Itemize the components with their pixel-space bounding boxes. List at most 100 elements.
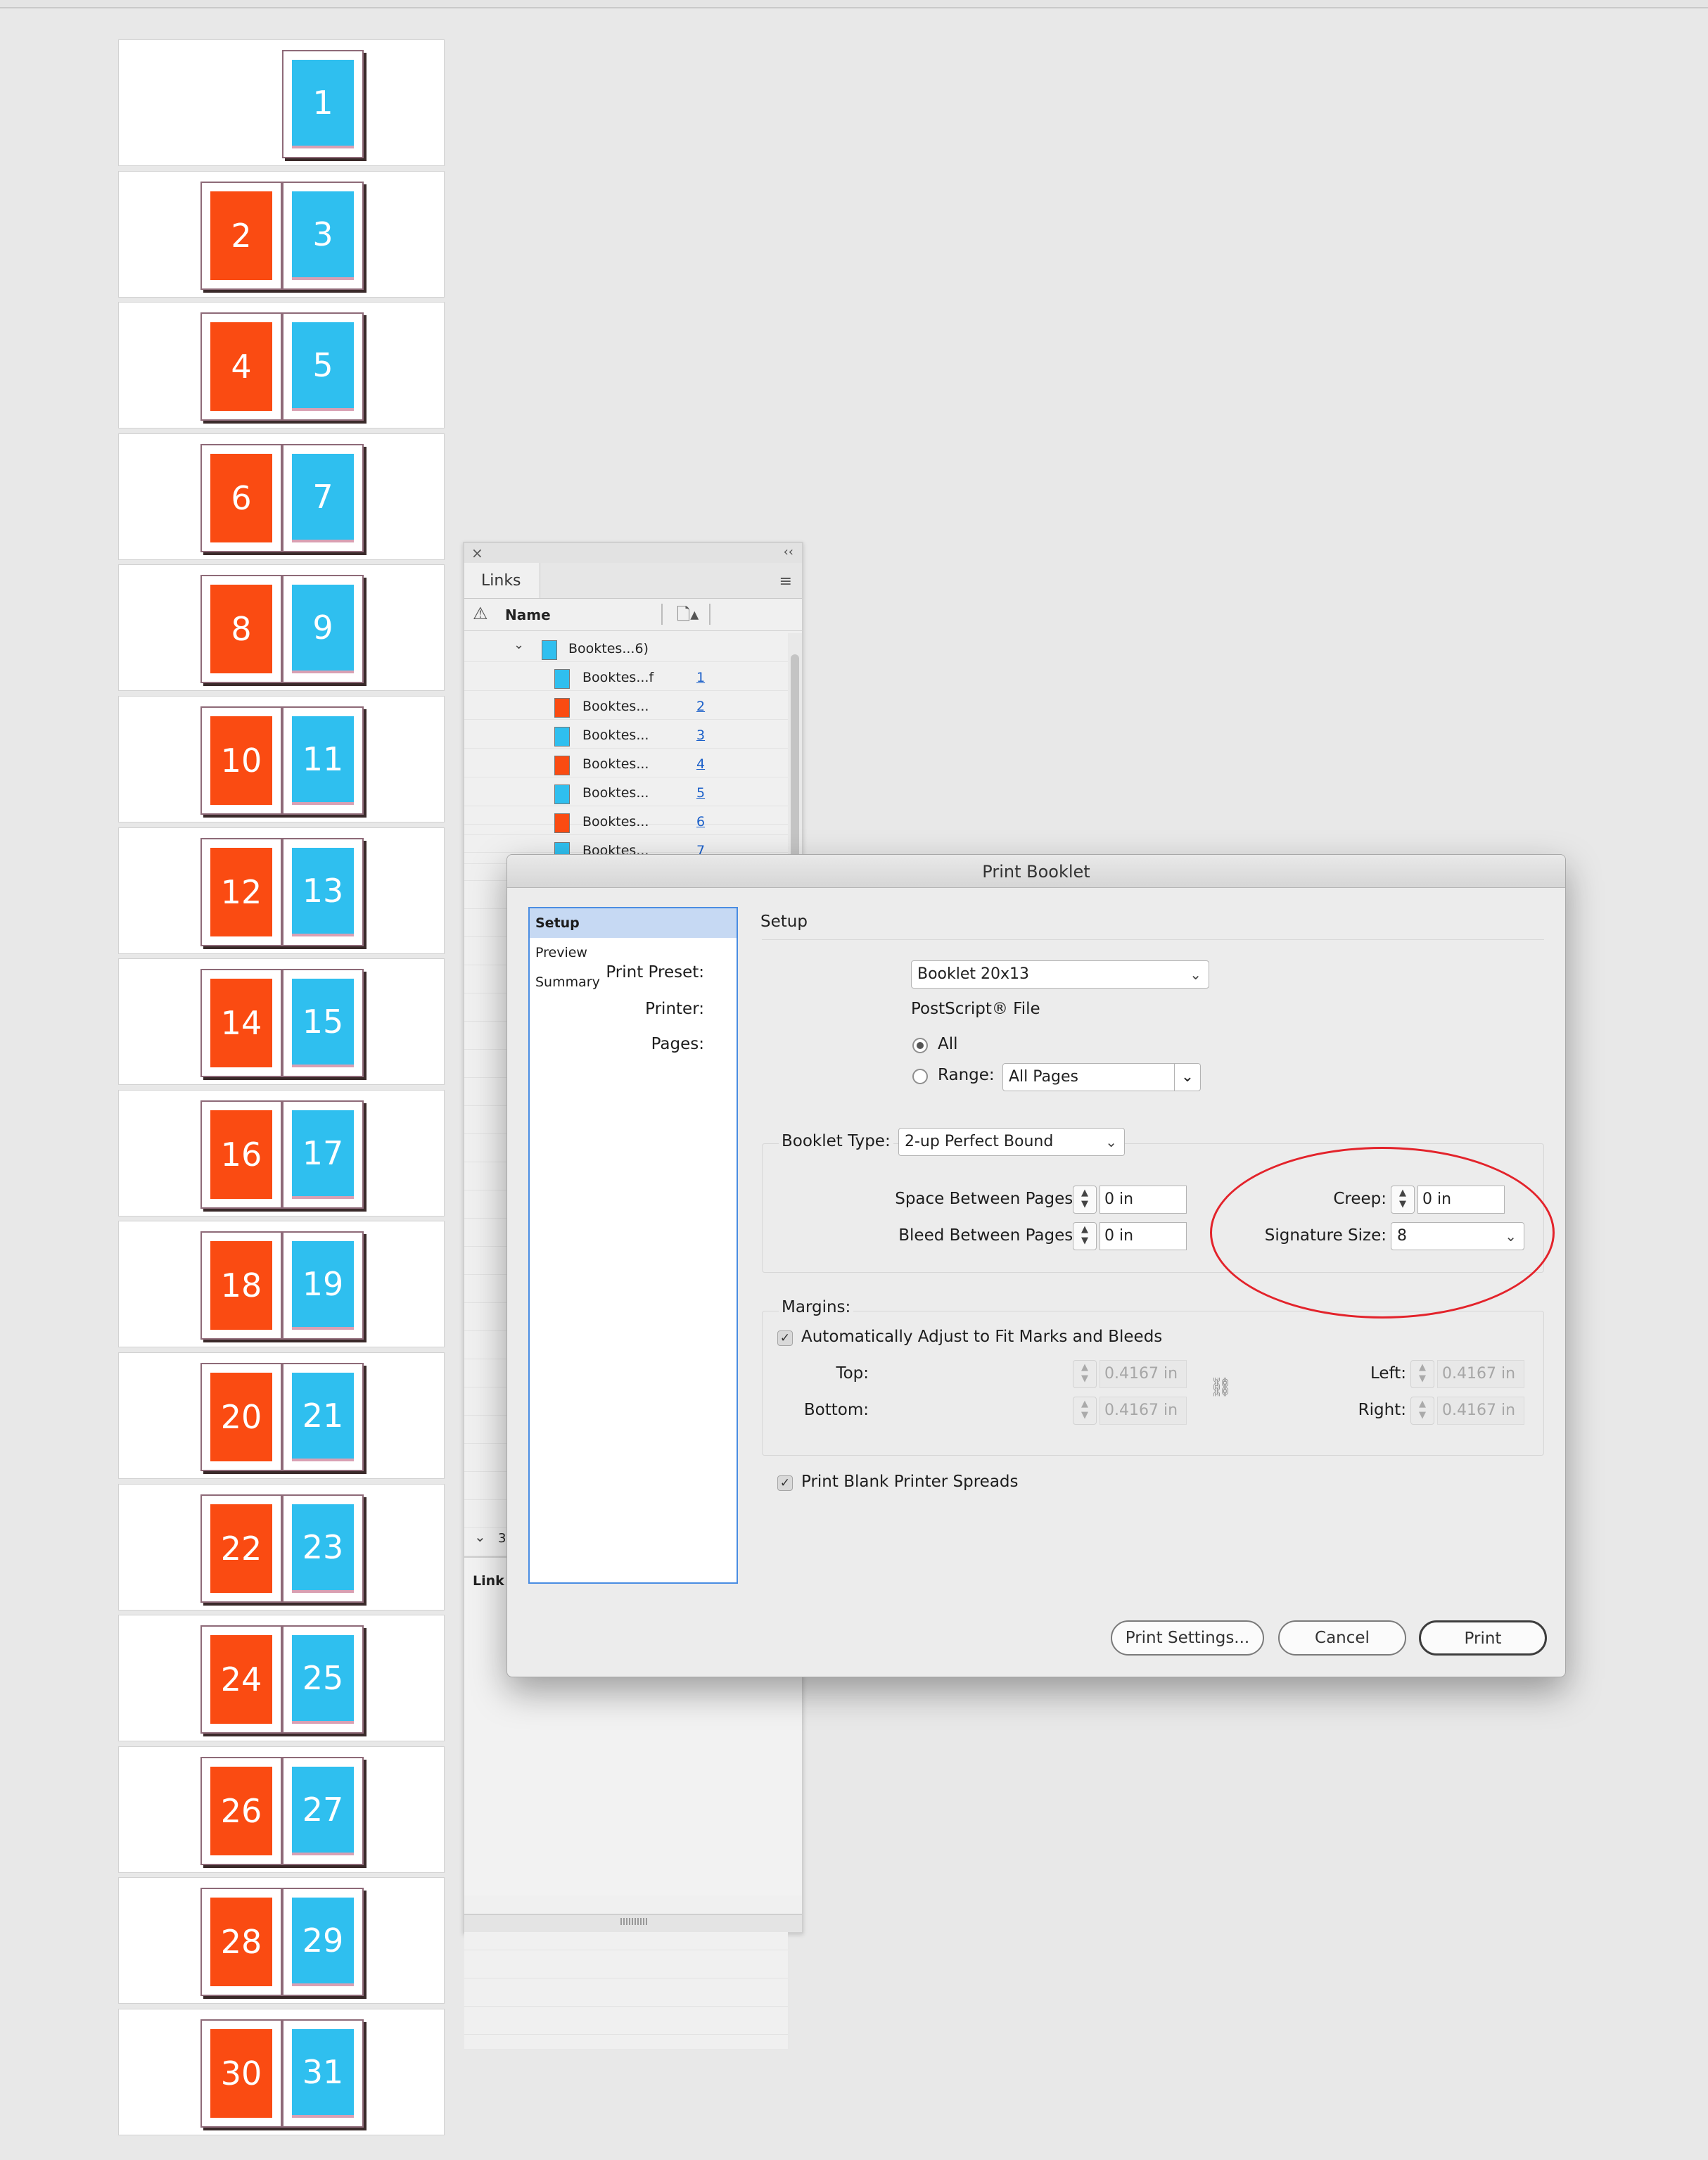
page-thumbnail-left[interactable]: 4 bbox=[200, 312, 282, 421]
page-spread[interactable]: 20 21 bbox=[118, 1352, 445, 1479]
creep-stepper[interactable]: ▲ ▼ 0 in bbox=[1391, 1186, 1505, 1214]
space-between-stepper[interactable]: ▲ ▼ 0 in bbox=[1073, 1186, 1187, 1214]
page-thumbnail-right[interactable]: 1 bbox=[282, 50, 364, 158]
cancel-button[interactable]: Cancel bbox=[1278, 1620, 1406, 1656]
page-spread[interactable]: 45 bbox=[118, 302, 445, 428]
page-spread[interactable]: 1 bbox=[118, 39, 445, 166]
top-margin-field[interactable]: 0.4167 in bbox=[1100, 1360, 1187, 1388]
page-spread[interactable]: 22 23 bbox=[118, 1484, 445, 1611]
link-page-number[interactable]: 4 bbox=[696, 756, 705, 772]
page-thumbnail-right[interactable]: 15 bbox=[282, 969, 364, 1077]
link-page-number[interactable]: 6 bbox=[696, 814, 705, 830]
page-thumbnail-right[interactable]: 3 bbox=[282, 182, 364, 290]
chevron-down-icon[interactable]: ⌄ bbox=[514, 637, 524, 652]
left-margin-stepper[interactable]: ▲ ▼ 0.4167 in bbox=[1410, 1360, 1524, 1388]
warning-icon[interactable]: ⚠ bbox=[473, 604, 488, 623]
stepper-arrows-icon[interactable]: ▲ ▼ bbox=[1073, 1397, 1097, 1425]
pages-range-radio[interactable] bbox=[912, 1069, 928, 1084]
page-spread[interactable]: 16 17 bbox=[118, 1090, 445, 1216]
bottom-margin-stepper[interactable]: ▲ ▼ 0.4167 in bbox=[1073, 1397, 1187, 1425]
nav-setup[interactable]: Setup bbox=[530, 908, 737, 938]
link-page-number[interactable]: 3 bbox=[696, 728, 705, 743]
link-row[interactable]: Booktes...f 1 bbox=[464, 662, 788, 691]
panel-menu-icon[interactable]: ≡ bbox=[779, 573, 792, 590]
stepper-arrows-icon[interactable]: ▲ ▼ bbox=[1073, 1360, 1097, 1388]
page-thumbnail-left[interactable]: 18 bbox=[200, 1231, 282, 1340]
page-thumbnail-right[interactable]: 9 bbox=[282, 575, 364, 683]
page-thumbnail-right[interactable]: 13 bbox=[282, 838, 364, 946]
creep-field[interactable]: 0 in bbox=[1417, 1186, 1505, 1214]
page-thumbnail-left[interactable]: 16 bbox=[200, 1100, 282, 1209]
pages-all-radio[interactable] bbox=[912, 1038, 928, 1053]
stepper-arrows-icon[interactable]: ▲ ▼ bbox=[1073, 1186, 1097, 1214]
right-margin-field[interactable]: 0.4167 in bbox=[1437, 1397, 1524, 1425]
page-spread[interactable]: 26 27 bbox=[118, 1746, 445, 1873]
page-thumbnail-left[interactable]: 8 bbox=[200, 575, 282, 683]
page-thumbnail-right[interactable]: 29 bbox=[282, 1888, 364, 1996]
page-thumbnail-left[interactable]: 14 bbox=[200, 969, 282, 1077]
stepper-arrows-icon[interactable]: ▲ ▼ bbox=[1073, 1222, 1097, 1250]
link-page-number[interactable]: 1 bbox=[696, 670, 705, 685]
page-spread[interactable]: 24 25 bbox=[118, 1615, 445, 1741]
resize-grip-icon[interactable] bbox=[620, 1918, 649, 1925]
page-thumbnail-left[interactable]: 2 bbox=[200, 182, 282, 290]
page-thumbnail-right[interactable]: 5 bbox=[282, 312, 364, 421]
link-row[interactable]: Booktes... 4 bbox=[464, 749, 788, 777]
chain-link-icon[interactable]: ⛓ bbox=[1209, 1377, 1232, 1398]
link-row[interactable]: Booktes... 6 bbox=[464, 806, 788, 835]
page-thumbnail-left[interactable]: 20 bbox=[200, 1363, 282, 1471]
right-margin-stepper[interactable]: ▲ ▼ 0.4167 in bbox=[1410, 1397, 1524, 1425]
left-margin-field[interactable]: 0.4167 in bbox=[1437, 1360, 1524, 1388]
page-spread[interactable]: 30 31 bbox=[118, 2009, 445, 2135]
close-icon[interactable]: × bbox=[471, 545, 483, 561]
link-page-number[interactable]: 2 bbox=[696, 699, 705, 714]
column-name[interactable]: Name bbox=[505, 606, 551, 623]
page-thumbnail-right[interactable]: 25 bbox=[282, 1625, 364, 1734]
page-thumbnail-right[interactable]: 19 bbox=[282, 1231, 364, 1340]
page-thumbnail-left[interactable]: 30 bbox=[200, 2019, 282, 2128]
page-thumbnail-right[interactable]: 31 bbox=[282, 2019, 364, 2128]
print-preset-select[interactable]: Booklet 20x13 ⌄ bbox=[911, 960, 1209, 989]
page-thumbnail-left[interactable]: 28 bbox=[200, 1888, 282, 1996]
chevron-down-icon[interactable]: ⌄ bbox=[474, 1528, 486, 1545]
space-between-field[interactable]: 0 in bbox=[1100, 1186, 1187, 1214]
page-spread[interactable]: 67 bbox=[118, 433, 445, 560]
page-spread[interactable]: 89 bbox=[118, 564, 445, 691]
link-row[interactable]: Booktes... 3 bbox=[464, 720, 788, 749]
link-page-number[interactable]: 5 bbox=[696, 785, 705, 801]
page-thumbnail-right[interactable]: 27 bbox=[282, 1757, 364, 1865]
bottom-margin-field[interactable]: 0.4167 in bbox=[1100, 1397, 1187, 1425]
page-thumbnail-right[interactable]: 17 bbox=[282, 1100, 364, 1209]
page-thumbnail-left[interactable]: 24 bbox=[200, 1625, 282, 1734]
print-button[interactable]: Print bbox=[1419, 1620, 1547, 1656]
page-thumbnail-right[interactable]: 23 bbox=[282, 1494, 364, 1603]
page-spread[interactable]: 18 19 bbox=[118, 1221, 445, 1347]
pages-range-select[interactable]: All Pages ⌄ bbox=[1002, 1063, 1201, 1091]
link-row[interactable]: Booktes... 5 bbox=[464, 777, 788, 806]
bleed-between-field[interactable]: 0 in bbox=[1100, 1222, 1187, 1250]
links-parent-row[interactable]: ⌄ Booktes...6) bbox=[464, 633, 788, 662]
scrollbar-thumb[interactable] bbox=[791, 654, 799, 879]
page-thumbnail-left[interactable]: 22 bbox=[200, 1494, 282, 1603]
signature-size-select[interactable]: 8 ⌄ bbox=[1391, 1222, 1524, 1250]
booklet-type-select[interactable]: 2-up Perfect Bound ⌄ bbox=[898, 1128, 1125, 1156]
page-spread[interactable]: 10 11 bbox=[118, 696, 445, 822]
page-spread[interactable]: 12 13 bbox=[118, 827, 445, 954]
page-thumbnail-left[interactable]: 12 bbox=[200, 838, 282, 946]
stepper-arrows-icon[interactable]: ▲ ▼ bbox=[1410, 1360, 1434, 1388]
page-thumbnail-right[interactable]: 11 bbox=[282, 706, 364, 815]
page-thumbnail-left[interactable]: 26 bbox=[200, 1757, 282, 1865]
bleed-between-stepper[interactable]: ▲ ▼ 0 in bbox=[1073, 1222, 1187, 1250]
page-sort-icon[interactable]: 🗋▴ bbox=[677, 602, 699, 631]
page-thumbnail-left[interactable]: 10 bbox=[200, 706, 282, 815]
print-settings-button[interactable]: Print Settings... bbox=[1111, 1620, 1264, 1656]
auto-adjust-checkbox[interactable]: ✓ bbox=[777, 1330, 793, 1346]
stepper-arrows-icon[interactable]: ▲ ▼ bbox=[1391, 1186, 1415, 1214]
page-thumbnail-right[interactable]: 21 bbox=[282, 1363, 364, 1471]
page-spread[interactable]: 23 bbox=[118, 171, 445, 298]
link-row[interactable]: Booktes... 2 bbox=[464, 691, 788, 720]
page-spread[interactable]: 14 15 bbox=[118, 958, 445, 1085]
stepper-arrows-icon[interactable]: ▲ ▼ bbox=[1410, 1397, 1434, 1425]
tab-links[interactable]: Links bbox=[464, 563, 540, 598]
page-thumbnail-right[interactable]: 7 bbox=[282, 444, 364, 552]
